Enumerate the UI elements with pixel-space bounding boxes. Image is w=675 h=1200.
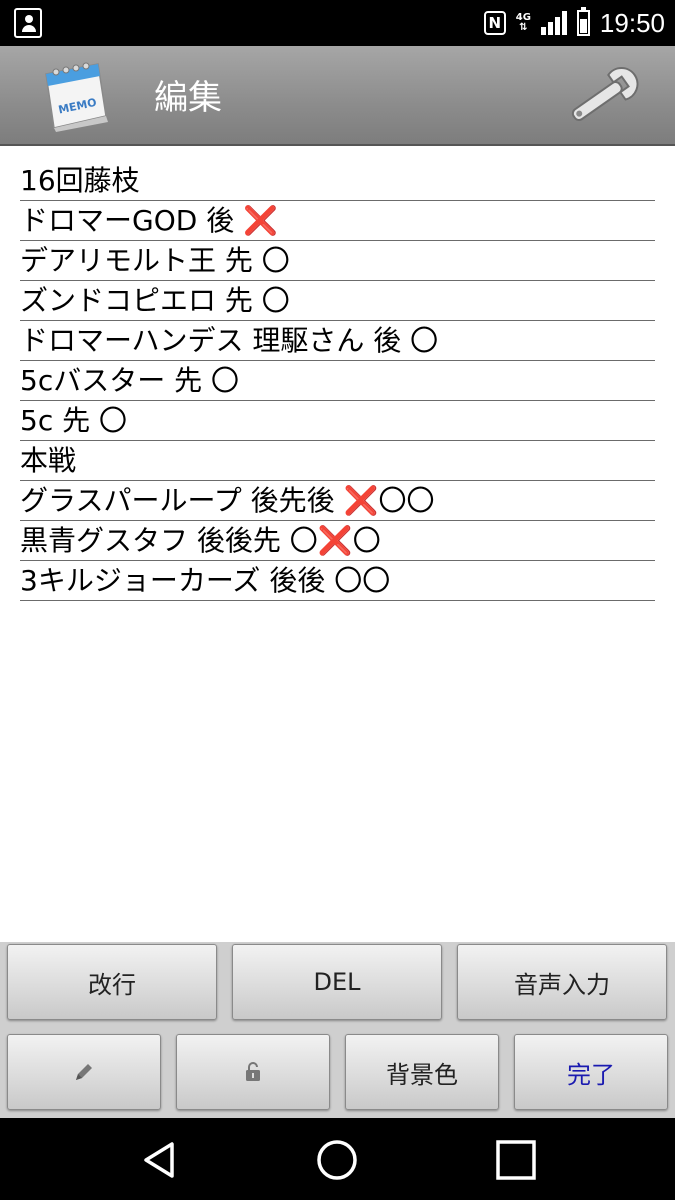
lock-button[interactable] xyxy=(176,1034,330,1110)
network-4g-icon: 4G ⇅ xyxy=(515,12,531,33)
newline-button[interactable]: 改行 xyxy=(7,944,217,1020)
recents-icon[interactable] xyxy=(494,1138,538,1182)
button-panel: 改行 DEL 音声入力 背景色 完了 xyxy=(0,942,675,1118)
page-title: 編集 xyxy=(154,78,222,118)
memo-line[interactable]: 黒青グスタフ 後後先 〇❌〇 xyxy=(20,521,655,561)
battery-icon xyxy=(576,7,590,36)
circle-marks: 〇 xyxy=(352,524,381,557)
home-icon[interactable] xyxy=(315,1138,359,1182)
lock-icon xyxy=(246,1062,260,1081)
memo-line[interactable]: ドロマーハンデス 理駆さん 後 〇 xyxy=(20,321,655,361)
wrench-icon[interactable] xyxy=(560,62,646,132)
memo-line[interactable]: グラスパーループ 後先後 ❌〇〇 xyxy=(20,481,655,521)
memo-line[interactable]: 5c 先 〇 xyxy=(20,401,655,441)
status-bar: N 4G ⇅ 19:50 xyxy=(0,0,675,46)
done-button[interactable]: 完了 xyxy=(514,1034,668,1110)
delete-button[interactable]: DEL xyxy=(232,944,442,1020)
status-time: 19:50 xyxy=(599,7,665,38)
contact-icon xyxy=(14,8,42,38)
memo-calendar-icon: MEMO xyxy=(45,62,108,132)
background-color-button[interactable]: 背景色 xyxy=(345,1034,499,1110)
memo-line[interactable]: 3キルジョーカーズ 後後 〇〇 xyxy=(20,561,655,601)
signal-icon xyxy=(540,11,567,35)
nfc-icon: N xyxy=(483,11,506,35)
memo-line[interactable]: ズンドコピエロ 先 〇 xyxy=(20,281,655,321)
memo-line[interactable]: 16回藤枝 xyxy=(20,161,655,201)
x-mark: ❌ xyxy=(343,484,379,517)
circle-marks: 〇〇 xyxy=(378,484,435,517)
pencil-icon xyxy=(76,1064,92,1080)
memo-line[interactable]: デアリモルト王 先 〇 xyxy=(20,241,655,281)
memo-line[interactable]: ドロマーGOD 後 ❌ xyxy=(20,201,655,241)
x-mark: ❌ xyxy=(317,524,353,557)
x-mark: ❌ xyxy=(243,204,278,237)
memo-line[interactable]: 本戦 xyxy=(20,441,655,481)
pen-button[interactable] xyxy=(7,1034,161,1110)
app-bar: MEMO 編集 xyxy=(0,46,675,146)
nav-bar xyxy=(0,1118,675,1200)
back-icon[interactable] xyxy=(138,1138,182,1182)
memo-line[interactable]: 5cバスター 先 〇 xyxy=(20,361,655,401)
memo-editor[interactable]: 16回藤枝 ドロマーGOD 後 ❌ デアリモルト王 先 〇 ズンドコピエロ 先 … xyxy=(0,146,675,942)
voice-input-button[interactable]: 音声入力 xyxy=(457,944,667,1020)
status-icons: N 4G ⇅ 19:50 xyxy=(483,0,665,46)
